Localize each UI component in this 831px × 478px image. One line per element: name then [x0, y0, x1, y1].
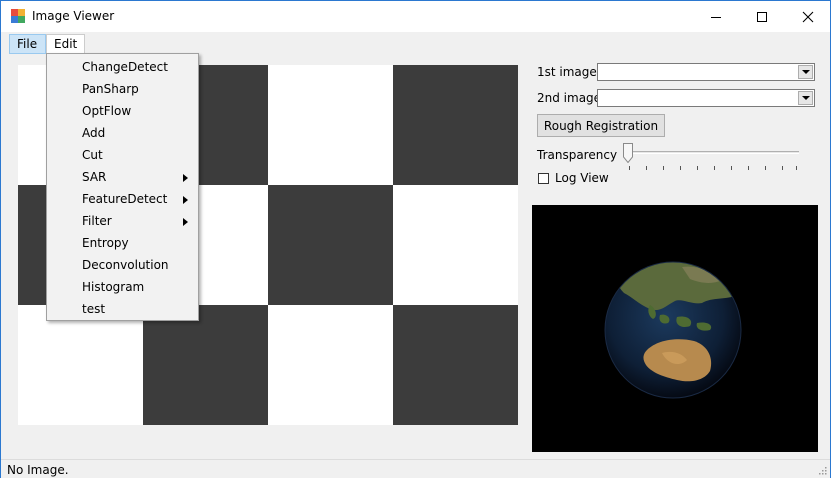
menu-item-label: SAR: [82, 170, 107, 184]
menu-item-add[interactable]: Add: [47, 122, 198, 144]
menu-edit[interactable]: Edit: [46, 34, 85, 54]
menu-item-changedetect[interactable]: ChangeDetect: [47, 56, 198, 78]
rough-registration-button[interactable]: Rough Registration: [537, 114, 665, 137]
menu-bar: File Edit: [1, 32, 830, 54]
image-viewer-window: Image Viewer File Edit ChangeDetect PanS…: [0, 0, 831, 478]
transparency-slider-thumb[interactable]: [623, 143, 633, 163]
edit-dropdown-menu: ChangeDetect PanSharp OptFlow Add Cut SA…: [46, 53, 199, 321]
slider-tick: [663, 166, 664, 170]
slider-tick: [629, 166, 630, 170]
close-button[interactable]: [785, 1, 831, 32]
minimize-icon: [711, 16, 721, 18]
second-image-label: 2nd image: [537, 91, 602, 105]
first-image-label: 1st image: [537, 65, 597, 79]
transparency-label: Transparency: [537, 148, 618, 162]
menu-item-label: Cut: [82, 148, 103, 162]
chevron-down-icon: [801, 96, 810, 100]
chevron-right-icon: [183, 218, 188, 226]
checker-cell: [268, 185, 393, 305]
slider-tick: [731, 166, 732, 170]
menu-item-label: Add: [82, 126, 106, 140]
chevron-right-icon: [183, 174, 188, 182]
menu-item-sar[interactable]: SAR: [47, 166, 198, 188]
slider-tick: [680, 166, 681, 170]
slider-tick: [782, 166, 783, 170]
maximize-icon: [757, 11, 767, 22]
menu-item-pansharp[interactable]: PanSharp: [47, 78, 198, 100]
preview-panel: [532, 205, 818, 452]
slider-tick: [714, 166, 715, 170]
menu-item-label: test: [82, 302, 106, 316]
checker-cell: [393, 305, 518, 425]
title-bar: Image Viewer: [1, 1, 830, 32]
close-icon: [802, 11, 814, 22]
chevron-down-icon: [801, 70, 810, 74]
log-view-checkbox[interactable]: [538, 173, 549, 184]
transparency-slider-track[interactable]: [627, 151, 799, 154]
app-icon: [11, 9, 25, 23]
chevron-right-icon: [183, 196, 188, 204]
maximize-button[interactable]: [739, 1, 785, 32]
menu-item-optflow[interactable]: OptFlow: [47, 100, 198, 122]
slider-tick: [697, 166, 698, 170]
log-view-label: Log View: [555, 171, 609, 185]
menu-item-label: OptFlow: [82, 104, 132, 118]
menu-item-histogram[interactable]: Histogram: [47, 276, 198, 298]
slider-tick: [646, 166, 647, 170]
menu-item-featuredetect[interactable]: FeatureDetect: [47, 188, 198, 210]
menu-item-filter[interactable]: Filter: [47, 210, 198, 232]
slider-tick: [748, 166, 749, 170]
slider-tick: [796, 166, 797, 170]
menu-item-label: FeatureDetect: [82, 192, 168, 206]
status-bar: No Image.: [1, 459, 830, 478]
second-image-combo[interactable]: [597, 89, 815, 107]
menu-item-label: PanSharp: [82, 82, 139, 96]
menu-item-label: Filter: [82, 214, 112, 228]
menu-item-cut[interactable]: Cut: [47, 144, 198, 166]
combo-dropdown-button[interactable]: [798, 65, 813, 79]
menu-item-deconvolution[interactable]: Deconvolution: [47, 254, 198, 276]
menu-item-label: ChangeDetect: [82, 60, 168, 74]
slider-tick: [765, 166, 766, 170]
menu-item-label: Histogram: [82, 280, 145, 294]
earth-globe-image: [604, 261, 742, 399]
menu-file[interactable]: File: [9, 34, 46, 54]
resize-grip-icon[interactable]: [817, 465, 827, 475]
minimize-button[interactable]: [693, 1, 739, 32]
menu-item-label: Entropy: [82, 236, 129, 250]
menu-item-label: Deconvolution: [82, 258, 169, 272]
first-image-combo[interactable]: [597, 63, 815, 81]
status-text: No Image.: [7, 463, 69, 477]
menu-item-test[interactable]: test: [47, 298, 198, 320]
checker-cell: [393, 65, 518, 185]
checker-cell: [143, 305, 268, 425]
menu-item-entropy[interactable]: Entropy: [47, 232, 198, 254]
combo-dropdown-button[interactable]: [798, 91, 813, 105]
window-title: Image Viewer: [32, 9, 115, 23]
